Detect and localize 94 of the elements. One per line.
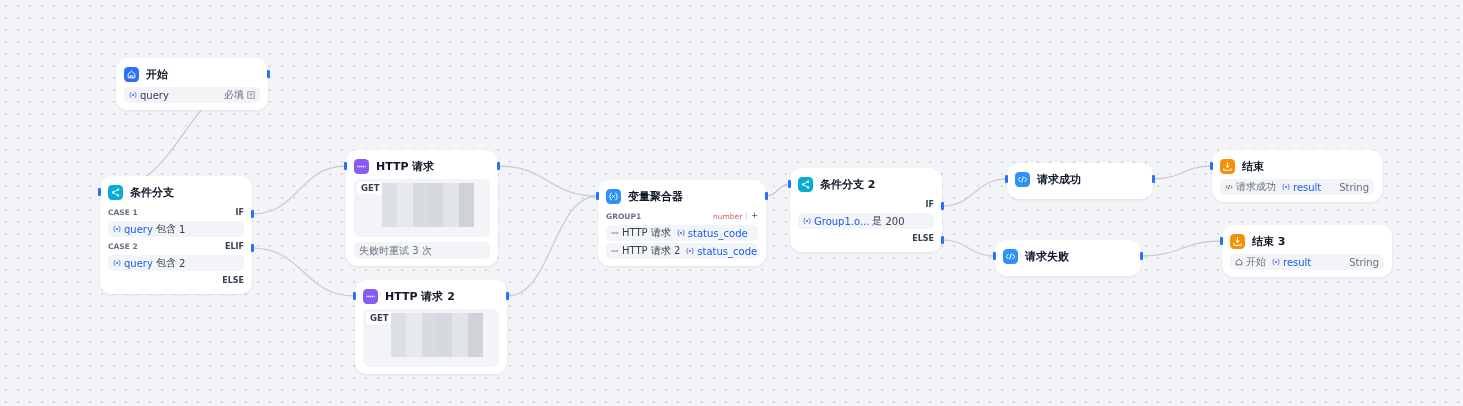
http-icon <box>354 158 369 174</box>
variable-icon <box>129 91 137 99</box>
connection-handle[interactable] <box>595 192 599 200</box>
branch-label: ELSE <box>912 233 934 243</box>
condition-variable: query <box>124 223 153 235</box>
connection-handle[interactable] <box>97 188 101 196</box>
connection-handle[interactable] <box>764 192 768 200</box>
variable-icon <box>1272 258 1280 266</box>
connection-handle[interactable] <box>992 252 996 260</box>
home-icon <box>1235 258 1243 266</box>
condition-variable: Group1.o... <box>814 215 870 227</box>
connection-line <box>1152 165 1213 180</box>
variable-name: status_code <box>697 245 758 257</box>
workflow-node[interactable]: 结束 3 开始 result String <box>1222 225 1392 277</box>
branch-label: ELIF <box>225 241 244 251</box>
workflow-node[interactable]: 请求失败 <box>995 240 1141 276</box>
condition-value: 2 <box>178 257 186 269</box>
branch-icon <box>108 184 123 200</box>
node-title: 请求失败 <box>1025 248 1069 264</box>
source-label: HTTP 请求 <box>622 226 671 240</box>
condition-operator: 包含 <box>155 222 176 236</box>
http-icon <box>363 288 378 304</box>
http-icon <box>611 229 619 237</box>
node-title: 条件分支 <box>130 184 174 200</box>
node-title: 条件分支 2 <box>820 176 876 192</box>
condition-variable: query <box>124 257 153 269</box>
connection-handle[interactable] <box>940 236 944 244</box>
retry-note: 失败时重试 3 次 <box>354 242 490 259</box>
connection-handle[interactable] <box>343 162 347 170</box>
variable-name: query <box>140 89 169 101</box>
node-title: 变量聚合器 <box>628 188 683 204</box>
connection-handle[interactable] <box>940 202 944 210</box>
connection-handle[interactable] <box>352 292 356 300</box>
http-icon <box>611 247 619 255</box>
node-title: 请求成功 <box>1037 171 1081 187</box>
branch-label: IF <box>925 199 934 209</box>
variable-icon <box>606 188 621 204</box>
text-input-icon <box>247 91 255 99</box>
source-label: 请求成功 <box>1236 180 1276 194</box>
type-label: String <box>1349 256 1379 268</box>
node-title: 结束 3 <box>1252 233 1286 249</box>
variable-icon <box>803 217 811 225</box>
add-button[interactable]: + <box>746 212 758 220</box>
connection-handle[interactable] <box>250 210 254 218</box>
branch-icon <box>798 176 813 192</box>
branch-label: ELSE <box>222 275 244 285</box>
node-title: 结束 <box>1242 158 1264 174</box>
type-label: String <box>1339 181 1369 193</box>
variable-name: status_code <box>687 227 748 239</box>
branch-label: IF <box>235 207 244 217</box>
connection-handle[interactable] <box>1209 162 1213 170</box>
connection-handle[interactable] <box>1219 237 1223 245</box>
workflow-node[interactable]: 请求成功 <box>1007 163 1153 199</box>
connection-line <box>941 239 996 257</box>
connection-handle[interactable] <box>787 180 791 188</box>
exit-icon <box>1220 158 1235 174</box>
variable-icon <box>1282 183 1290 191</box>
code-icon <box>1225 183 1233 191</box>
code-icon <box>1003 248 1018 264</box>
http-method: GET <box>366 312 393 324</box>
condition-value: 200 <box>885 215 905 227</box>
http-method: GET <box>357 182 384 194</box>
connection-line <box>941 178 1008 207</box>
connection-handle[interactable] <box>266 70 270 78</box>
source-label: HTTP 请求 2 <box>622 244 681 258</box>
code-icon <box>1015 171 1030 187</box>
required-label: 必填 <box>224 88 244 102</box>
connection-handle[interactable] <box>1151 175 1155 183</box>
condition-operator: 包含 <box>155 256 176 270</box>
node-title: HTTP 请求 <box>376 158 435 174</box>
connection-handle[interactable] <box>1139 252 1143 260</box>
workflow-node[interactable]: HTTP 请求 GET 失败时重试 3 次 <box>346 150 498 266</box>
exit-icon <box>1230 233 1245 249</box>
condition-operator: 是 <box>872 214 883 228</box>
connection-line <box>765 183 791 197</box>
workflow-node[interactable]: HTTP 请求 2 GET <box>355 280 507 374</box>
variable-name: result <box>1283 256 1312 268</box>
variable-icon <box>686 247 695 255</box>
variable-icon <box>113 259 121 267</box>
connection-handle[interactable] <box>1004 175 1008 183</box>
variable-name: result <box>1293 181 1322 193</box>
variable-icon <box>676 229 685 237</box>
workflow-node[interactable]: 条件分支 2 IF Group1.o... 是 200 ELSE <box>790 168 942 252</box>
condition-value: 1 <box>178 223 186 235</box>
workflow-node[interactable]: 开始 query 必填 <box>116 58 268 110</box>
connection-handle[interactable] <box>505 292 509 300</box>
node-title: 开始 <box>146 66 168 82</box>
variable-icon <box>113 225 121 233</box>
node-title: HTTP 请求 2 <box>385 288 455 304</box>
connection-handle[interactable] <box>496 162 500 170</box>
home-icon <box>124 66 139 82</box>
workflow-node[interactable]: 结束 请求成功 result String <box>1212 150 1382 202</box>
source-label: 开始 <box>1246 255 1266 269</box>
connection-handle[interactable] <box>250 244 254 252</box>
